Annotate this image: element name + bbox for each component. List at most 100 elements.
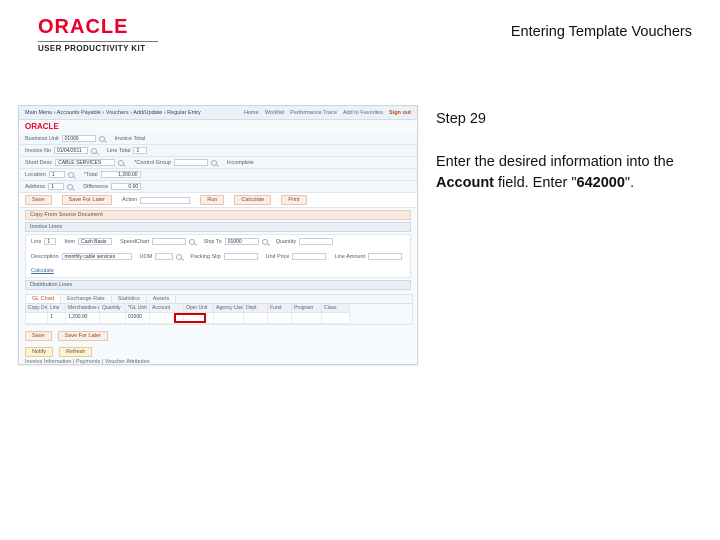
notify-button[interactable]: Notify xyxy=(25,347,53,357)
addr-input[interactable]: 1 xyxy=(48,183,64,190)
col-qty: Quantity xyxy=(100,304,126,313)
save-later-button[interactable]: Save For Later xyxy=(62,195,112,205)
brand-subtitle: USER PRODUCTIVITY KIT xyxy=(38,44,145,53)
invoice-lines-bar: Invoice Lines xyxy=(25,222,411,232)
speed-label: SpeedChart xyxy=(120,239,149,245)
lines-label: Line Total xyxy=(107,148,130,154)
ctrl-label: *Control Group xyxy=(134,160,171,166)
addr-label: Address xyxy=(25,184,45,190)
cell-program[interactable] xyxy=(292,313,322,324)
col-amt: Merchandise Amt xyxy=(66,304,100,313)
lookup-icon[interactable] xyxy=(262,239,268,245)
desc-input[interactable]: monthly cable services xyxy=(62,253,132,260)
app-screenshot: Main Menu › Accounts Payable › Vouchers … xyxy=(18,105,418,365)
short-input[interactable]: CABLE SERVICES xyxy=(55,159,115,166)
cell-agency[interactable] xyxy=(214,313,244,324)
app-logo: ORACLE xyxy=(19,120,417,133)
field-value: 642000 xyxy=(577,175,625,191)
distribution-table: GL Chart Exchange Rate Statistics Assets… xyxy=(25,294,413,325)
cell-amt: 1,200.00 xyxy=(66,313,100,324)
nav-trace[interactable]: Performance Trace xyxy=(290,110,337,116)
oracle-logo: ORACLE xyxy=(38,16,158,39)
ship-label: Ship To xyxy=(203,239,221,245)
line-label: Line xyxy=(31,239,41,245)
lines-value: 1 xyxy=(133,147,147,154)
calc-button[interactable]: Calculate xyxy=(234,195,271,205)
col-line: Line xyxy=(48,304,66,313)
save-button-bottom[interactable]: Save xyxy=(25,331,52,341)
nav-signout[interactable]: Sign out xyxy=(389,110,411,116)
desc-label: Description xyxy=(31,254,59,260)
lookup-icon[interactable] xyxy=(118,160,124,166)
nav-home[interactable]: Home xyxy=(244,110,259,116)
col-class: Class xyxy=(322,304,350,313)
lookup-icon[interactable] xyxy=(67,184,73,190)
cell-dept[interactable] xyxy=(244,313,268,324)
pack-label: Packing Slip xyxy=(190,254,220,260)
loc-input[interactable]: 1 xyxy=(49,171,65,178)
lookup-icon[interactable] xyxy=(211,160,217,166)
action-label: Action xyxy=(122,197,137,203)
tab-glchart[interactable]: GL Chart xyxy=(26,295,61,303)
speed-input[interactable] xyxy=(152,238,186,245)
copy-source-bar[interactable]: Copy From Source Document xyxy=(25,210,411,220)
incomplete-label: Incomplete xyxy=(227,160,254,166)
run-button[interactable]: Run xyxy=(200,195,224,205)
lineamt-input[interactable] xyxy=(368,253,402,260)
qty-input[interactable] xyxy=(299,238,333,245)
diff-value: 0.00 xyxy=(111,183,141,190)
lookup-icon[interactable] xyxy=(176,254,182,260)
inv-input[interactable]: 01/04/2011 xyxy=(54,147,88,154)
save-later-button-bottom[interactable]: Save For Later xyxy=(58,331,108,341)
tab-assets[interactable]: Assets xyxy=(147,295,177,303)
qty-label: Quantity xyxy=(276,239,296,245)
uom-label: UOM xyxy=(140,254,153,260)
tab-exchange[interactable]: Exchange Rate xyxy=(61,295,112,303)
lookup-icon[interactable] xyxy=(189,239,195,245)
col-agency: Agency Use1 xyxy=(214,304,244,313)
bu-input[interactable]: 01000 xyxy=(62,135,96,142)
table-row: 1 1,200.00 01000 xyxy=(26,313,412,324)
cell-oper[interactable] xyxy=(184,313,214,324)
inv-label: Invoice No xyxy=(25,148,51,154)
breadcrumb: Main Menu › Accounts Payable › Vouchers … xyxy=(25,110,201,116)
field-name: Account xyxy=(436,175,494,191)
lookup-icon[interactable] xyxy=(99,136,105,142)
price-label: Unit Price xyxy=(266,254,290,260)
action-select[interactable] xyxy=(140,197,190,204)
tab-stats[interactable]: Statistics xyxy=(112,295,147,303)
line-input[interactable]: 1 xyxy=(44,238,56,245)
lineamt-label: Line Amount xyxy=(334,254,365,260)
col-glunit: *GL Unit xyxy=(126,304,150,313)
price-input[interactable] xyxy=(292,253,326,260)
item-input[interactable]: Cash Basis xyxy=(78,238,112,245)
dist-lines-bar: Distribution Lines xyxy=(25,280,411,290)
refresh-button[interactable]: Refresh xyxy=(59,347,92,357)
uom-input[interactable] xyxy=(155,253,173,260)
diff-label: Difference xyxy=(83,184,108,190)
page-title: Entering Template Vouchers xyxy=(511,16,692,40)
print-button[interactable]: Print xyxy=(281,195,306,205)
col-fund: Fund xyxy=(268,304,292,313)
footer-links[interactable]: Invoice Information | Payments | Voucher… xyxy=(19,357,417,365)
lookup-icon[interactable] xyxy=(68,172,74,178)
ctrl-input[interactable] xyxy=(174,159,208,166)
pack-input[interactable] xyxy=(224,253,258,260)
cell-fund[interactable] xyxy=(268,313,292,324)
nav-fav[interactable]: Add to Favorites xyxy=(343,110,383,116)
cell-glunit[interactable]: 01000 xyxy=(126,313,150,324)
lookup-icon[interactable] xyxy=(91,148,97,154)
loc-label: Location xyxy=(25,172,46,178)
cell-line: 1 xyxy=(48,313,66,324)
calc-link[interactable]: Calculate xyxy=(31,268,54,274)
item-label: Item xyxy=(64,239,75,245)
col-dept: Dept xyxy=(244,304,268,313)
save-button[interactable]: Save xyxy=(25,195,52,205)
cell-class[interactable] xyxy=(322,313,350,324)
nav-worklist[interactable]: Worklist xyxy=(265,110,284,116)
account-field[interactable] xyxy=(150,313,184,324)
col-copy: Copy Down xyxy=(26,304,48,313)
ship-input[interactable]: 01000 xyxy=(225,238,259,245)
invamt-label: Invoice Total xyxy=(115,136,145,142)
bu-label: Business Unit xyxy=(25,136,59,142)
